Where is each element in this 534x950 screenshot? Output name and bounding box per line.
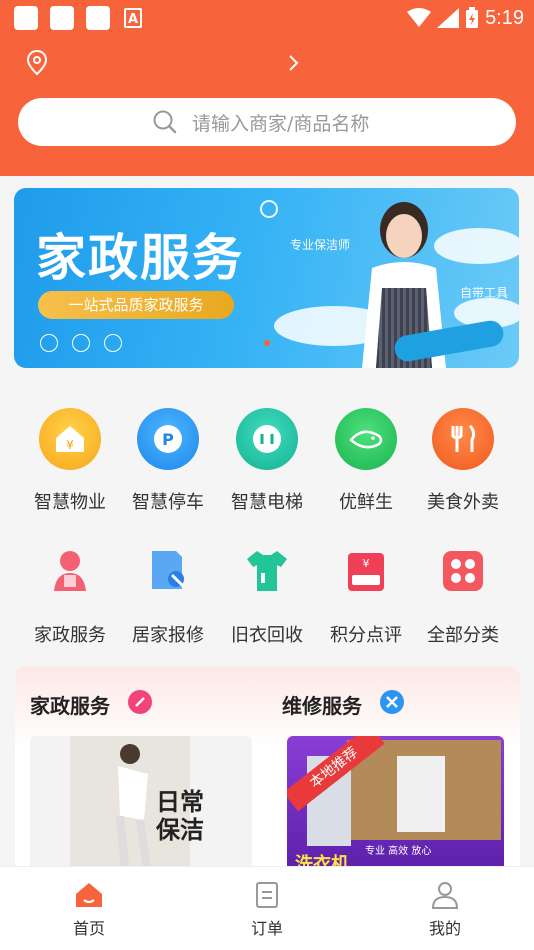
banner-feature-icon (72, 334, 90, 352)
search-input[interactable]: 请输入商家/商品名称 (18, 98, 516, 146)
grid-item-label: 全部分类 (427, 625, 499, 646)
banner-subtitle: 一站式品质家政服务 (38, 291, 234, 319)
notification-icon (50, 6, 74, 30)
repair-service-title[interactable]: 维修服务 (282, 690, 362, 719)
nav-mine-label: 我的 (428, 919, 461, 938)
all-categories-icon (437, 545, 489, 597)
daily-label: 日常 (156, 788, 204, 816)
location-pin-icon (26, 50, 48, 76)
grid-item-home-repair[interactable]: 居家报修 (119, 541, 217, 653)
broom-icon (128, 690, 152, 714)
grid-item-label: 智慧电梯 (231, 492, 303, 513)
grid-item-label: 居家报修 (132, 625, 204, 646)
bubble-decoration (260, 200, 278, 218)
nav-home-label: 首页 (72, 919, 105, 938)
carousel-indicator (264, 340, 270, 346)
cleaning-label: 保洁 (156, 816, 204, 844)
grid-item-smart-property[interactable]: ¥ 智慧物业 (21, 408, 119, 520)
search-icon (153, 110, 177, 134)
banner-title: 家政服务 (36, 229, 244, 287)
banner-tag-cleaner: 专业保洁师 (290, 238, 351, 252)
grid-item-label: 旧衣回收 (231, 625, 303, 646)
grid-item-points-review[interactable]: ¥ 积分点评 (317, 541, 415, 653)
svg-text:¥: ¥ (66, 438, 74, 452)
svg-text:P: P (162, 430, 174, 449)
status-bar: A 5:19 (0, 0, 534, 36)
grid-item-all-categories[interactable]: 全部分类 (414, 541, 512, 653)
fresh-fish-icon (335, 408, 397, 470)
svg-text:¥: ¥ (363, 557, 370, 570)
grid-item-label: 优鲜生 (339, 492, 393, 513)
banner-feature-icon (40, 334, 58, 352)
grid-item-smart-parking[interactable]: P 智慧停车 (119, 408, 217, 520)
repair-service-image[interactable]: 本地推荐 专业 高效 放心 洗衣机 (287, 736, 504, 876)
chevron-right-icon (289, 55, 299, 71)
grid-item-housekeeping[interactable]: 家政服务 (21, 541, 119, 653)
grid-item-label: 智慧物业 (34, 492, 106, 513)
bottom-navigation: 首页 订单 我的 (0, 866, 534, 950)
banner-tag-tools: 自带工具 (460, 286, 509, 300)
housekeeping-service-title[interactable]: 家政服务 (30, 690, 110, 719)
tools-icon (380, 690, 404, 714)
signal-icon (437, 8, 460, 28)
clothes-recycle-icon (241, 545, 293, 597)
notification-icon (14, 6, 38, 30)
wifi-icon (407, 8, 432, 27)
nav-home[interactable]: 首页 (0, 867, 178, 950)
clock: 5:19 (485, 6, 524, 29)
repair-icon (142, 545, 194, 597)
food-delivery-icon (432, 408, 494, 470)
orders-icon (256, 882, 278, 908)
grid-item-label: 积分点评 (330, 625, 402, 646)
promo-banner[interactable]: 家政服务 一站式品质家政服务 专业保洁师 自带工具 (14, 188, 519, 368)
battery-icon (466, 7, 479, 28)
header: A 5:19 请输入商家/商品名称 (0, 0, 534, 176)
notification-a-icon: A (124, 8, 142, 28)
parking-icon: P (137, 408, 199, 470)
banner-feature-icon (104, 334, 122, 352)
nav-orders-label: 订单 (250, 919, 283, 938)
services-section: 家政服务 维修服务 日常 保洁 本地推荐 专业 高效 放心 洗衣机 (15, 666, 520, 876)
grid-item-fresh[interactable]: 优鲜生 (317, 408, 415, 520)
nav-orders[interactable]: 订单 (178, 867, 356, 950)
grid-item-food-delivery[interactable]: 美食外卖 (414, 408, 512, 520)
search-placeholder: 请输入商家/商品名称 (192, 113, 370, 135)
profile-icon (431, 882, 459, 909)
housekeeping-service-image[interactable]: 日常 保洁 (30, 736, 252, 876)
grid-item-label: 美食外卖 (427, 492, 499, 513)
notification-icon (86, 6, 110, 30)
property-icon: ¥ (39, 408, 101, 470)
nav-mine[interactable]: 我的 (356, 867, 534, 950)
grid-item-clothes-recycle[interactable]: 旧衣回收 (218, 541, 316, 653)
location-selector[interactable] (26, 50, 306, 78)
housekeeping-icon (44, 545, 96, 597)
home-icon (76, 883, 102, 907)
elevator-icon (236, 408, 298, 470)
repair-tagline: 专业 高效 放心 (365, 846, 432, 857)
grid-item-label: 家政服务 (34, 625, 106, 646)
grid-item-label: 智慧停车 (132, 492, 204, 513)
grid-item-smart-elevator[interactable]: 智慧电梯 (218, 408, 316, 520)
points-review-icon: ¥ (340, 545, 392, 597)
